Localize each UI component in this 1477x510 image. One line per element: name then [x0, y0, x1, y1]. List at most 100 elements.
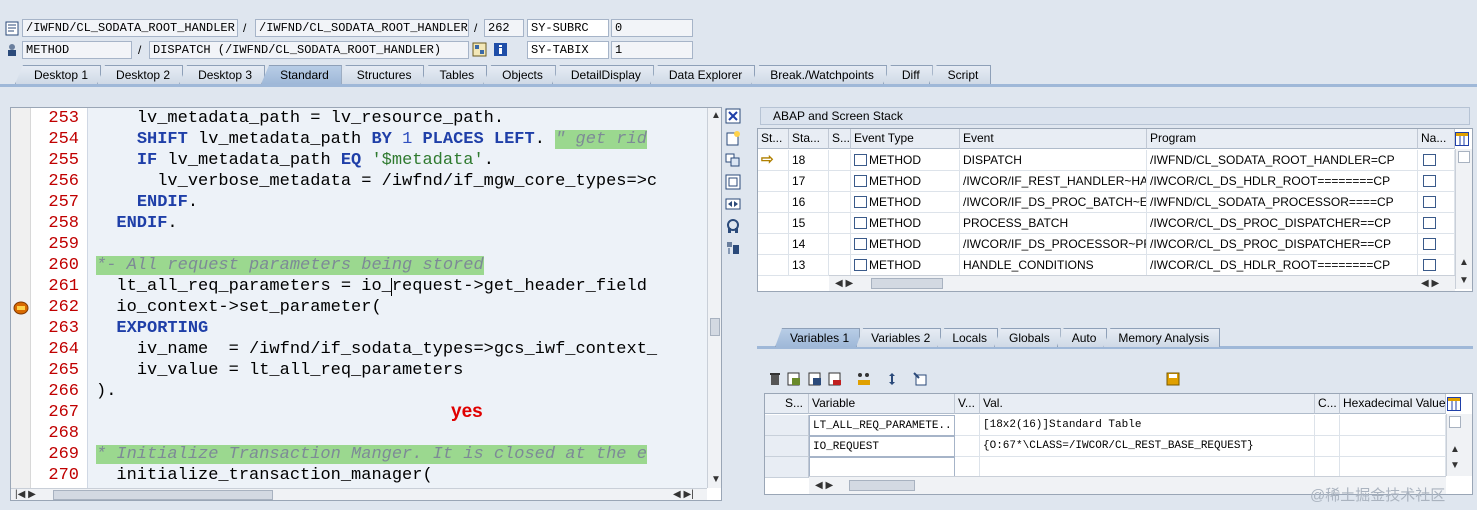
stack-status-cell[interactable]: ⇨ [758, 150, 789, 171]
vars-scroll-up[interactable]: ▲ [1450, 444, 1460, 456]
navigate-source-icon[interactable] [1423, 174, 1436, 187]
row-selector[interactable] [765, 457, 809, 478]
code-line[interactable]: SHIFT lv_metadata_path BY 1 PLACES LEFT.… [96, 129, 721, 150]
sysvar2-name-field[interactable]: SY-TABIX [527, 41, 609, 59]
hscroll-right-arrows[interactable]: ◀ ▶| [673, 489, 694, 500]
variable-value-cell[interactable]: {O:67*\CLASS=/IWCOR/CL_REST_BASE_REQUEST… [980, 436, 1315, 457]
tab-desktop-2[interactable]: Desktop 2 [97, 65, 184, 84]
stack-col-event[interactable]: Event [960, 129, 1147, 149]
tab-tables[interactable]: Tables [420, 65, 488, 84]
variable-name-cell[interactable]: IO_REQUEST [809, 436, 955, 457]
replace-tool-icon[interactable] [725, 152, 741, 168]
variable-name-cell[interactable]: LT_ALL_REQ_PARAMETE... [809, 415, 955, 436]
stack-status-cell[interactable] [758, 255, 789, 276]
display-object-icon[interactable] [472, 42, 487, 57]
tab-memory-analysis[interactable]: Memory Analysis [1103, 328, 1221, 347]
stack-hscroll[interactable]: ◀ ▶ ◀ ▶ [829, 275, 1455, 291]
export-icon[interactable] [808, 372, 822, 386]
stack-s-cell[interactable] [829, 255, 851, 276]
stack-vscroll[interactable]: ▲ ▼ [1455, 149, 1472, 289]
code-line[interactable]: iv_name = /iwfnd/if_sodata_types=>gcs_iw… [96, 339, 721, 360]
sysvar2-value-field[interactable]: 1 [611, 41, 693, 59]
stack-scroll-up[interactable]: ▲ [1459, 257, 1469, 269]
code-line[interactable]: ENDIF. [96, 213, 721, 234]
stack-program-cell[interactable]: /IWFND/CL_SODATA_PROCESSOR====CP [1147, 192, 1418, 213]
code-line[interactable]: IF lv_metadata_path EQ '$metadata'. [96, 150, 721, 171]
tab-script[interactable]: Script [928, 65, 992, 84]
stack-navigate-cell[interactable] [1418, 192, 1455, 213]
variable-hex-cell[interactable] [1340, 415, 1446, 436]
stack-status-cell[interactable] [758, 192, 789, 213]
stack-s-cell[interactable] [829, 150, 851, 171]
vars-col-status[interactable]: S... [765, 394, 809, 414]
variable-hex-cell[interactable] [1340, 436, 1446, 457]
clear-icon[interactable] [828, 372, 842, 386]
code-line[interactable]: initialize_transaction_manager( [96, 465, 721, 486]
tab-desktop-1[interactable]: Desktop 1 [15, 65, 102, 84]
editor-hscroll-left[interactable]: |◀ ▶ [11, 488, 283, 500]
code-line[interactable]: *- All request parameters being stored [96, 255, 721, 276]
stack-hscroll-right[interactable]: ◀ ▶ [1421, 278, 1439, 290]
variable-c-cell[interactable] [1315, 457, 1340, 478]
close-icon[interactable] [725, 108, 741, 124]
stack-type-cell[interactable]: METHOD [851, 213, 960, 234]
variable-c-cell[interactable] [1315, 436, 1340, 457]
stack-level-cell[interactable]: 14 [789, 234, 829, 255]
column-layout-icon[interactable] [1455, 132, 1469, 146]
stack-s-cell[interactable] [829, 234, 851, 255]
variable-hex-cell[interactable] [1340, 457, 1446, 478]
vars-col-hex[interactable]: Hexadecimal Value [1340, 394, 1446, 414]
stack-program-cell[interactable]: /IWCOR/CL_DS_HDLR_ROOT========CP [1147, 255, 1418, 276]
stack-hscroll-thumb[interactable] [871, 278, 943, 289]
stack-status-cell[interactable] [758, 234, 789, 255]
hscroll-left-arrow[interactable]: |◀ ▶ [15, 489, 36, 500]
navigate-icon[interactable] [913, 372, 927, 386]
stack-navigate-cell[interactable] [1418, 234, 1455, 255]
tab-locals[interactable]: Locals [937, 328, 998, 347]
stack-col-program[interactable]: Program [1147, 129, 1418, 149]
vars-hscroll-left[interactable]: ◀ ▶ [815, 480, 833, 492]
stack-type-cell[interactable]: METHOD [851, 255, 960, 276]
code-line[interactable] [96, 234, 721, 255]
delete-icon[interactable] [768, 372, 782, 386]
code-line[interactable]: io_context->set_parameter( [96, 297, 721, 318]
tab-globals[interactable]: Globals [994, 328, 1061, 347]
navigate-source-icon[interactable] [1423, 237, 1436, 250]
editor-hscroll-thumb[interactable] [53, 490, 273, 500]
move-icon[interactable] [885, 372, 899, 386]
navigate-source-icon[interactable] [1423, 195, 1436, 208]
variable-value-cell[interactable] [980, 457, 1315, 478]
line-number-field[interactable]: 262 [484, 19, 524, 37]
stack-type-cell[interactable]: METHOD [851, 234, 960, 255]
row-selector[interactable] [765, 436, 809, 457]
variable-c-cell[interactable] [1315, 415, 1340, 436]
stack-col-status[interactable]: St... [758, 129, 789, 149]
stack-scroll-down[interactable]: ▼ [1459, 275, 1469, 287]
breakpoint-gutter[interactable] [11, 108, 31, 488]
stack-program-cell[interactable]: /IWCOR/CL_DS_PROC_DISPATCHER==CP [1147, 234, 1418, 255]
code-line[interactable]: lv_metadata_path = lv_resource_path. [96, 108, 721, 129]
vars-col-v[interactable]: V... [955, 394, 980, 414]
vars-col-c[interactable]: C... [1315, 394, 1340, 414]
maximize-icon[interactable] [725, 174, 741, 190]
vars-scroll-down[interactable]: ▼ [1450, 460, 1460, 472]
swap-panes-icon[interactable] [725, 196, 741, 212]
stack-status-cell[interactable] [758, 213, 789, 234]
tab-structures[interactable]: Structures [337, 65, 425, 84]
tab-variables-1[interactable]: Variables 1 [775, 328, 861, 347]
program-field[interactable]: /IWFND/CL_SODATA_ROOT_HANDLER... [22, 19, 238, 37]
code-area[interactable]: lv_metadata_path = lv_resource_path. SHI… [87, 108, 707, 488]
stack-level-cell[interactable]: 18 [789, 150, 829, 171]
tab-desktop-3[interactable]: Desktop 3 [179, 65, 266, 84]
navigate-source-icon[interactable] [1423, 153, 1436, 166]
variable-v-cell[interactable] [955, 436, 980, 457]
stack-navigate-cell[interactable] [1418, 255, 1455, 276]
scroll-down-arrow[interactable]: ▼ [711, 474, 721, 486]
stack-type-cell[interactable]: METHOD [851, 150, 960, 171]
editor-vertical-scrollbar[interactable]: ▲ ▼ [707, 108, 721, 488]
event-type-field[interactable]: METHOD [22, 41, 132, 59]
code-line[interactable]: lt_all_req_parameters = io_request->get_… [96, 276, 721, 297]
save-icon[interactable] [1166, 372, 1180, 386]
code-line[interactable]: EXPORTING [96, 318, 721, 339]
variable-value-cell[interactable]: [18x2(16)]Standard Table [980, 415, 1315, 436]
